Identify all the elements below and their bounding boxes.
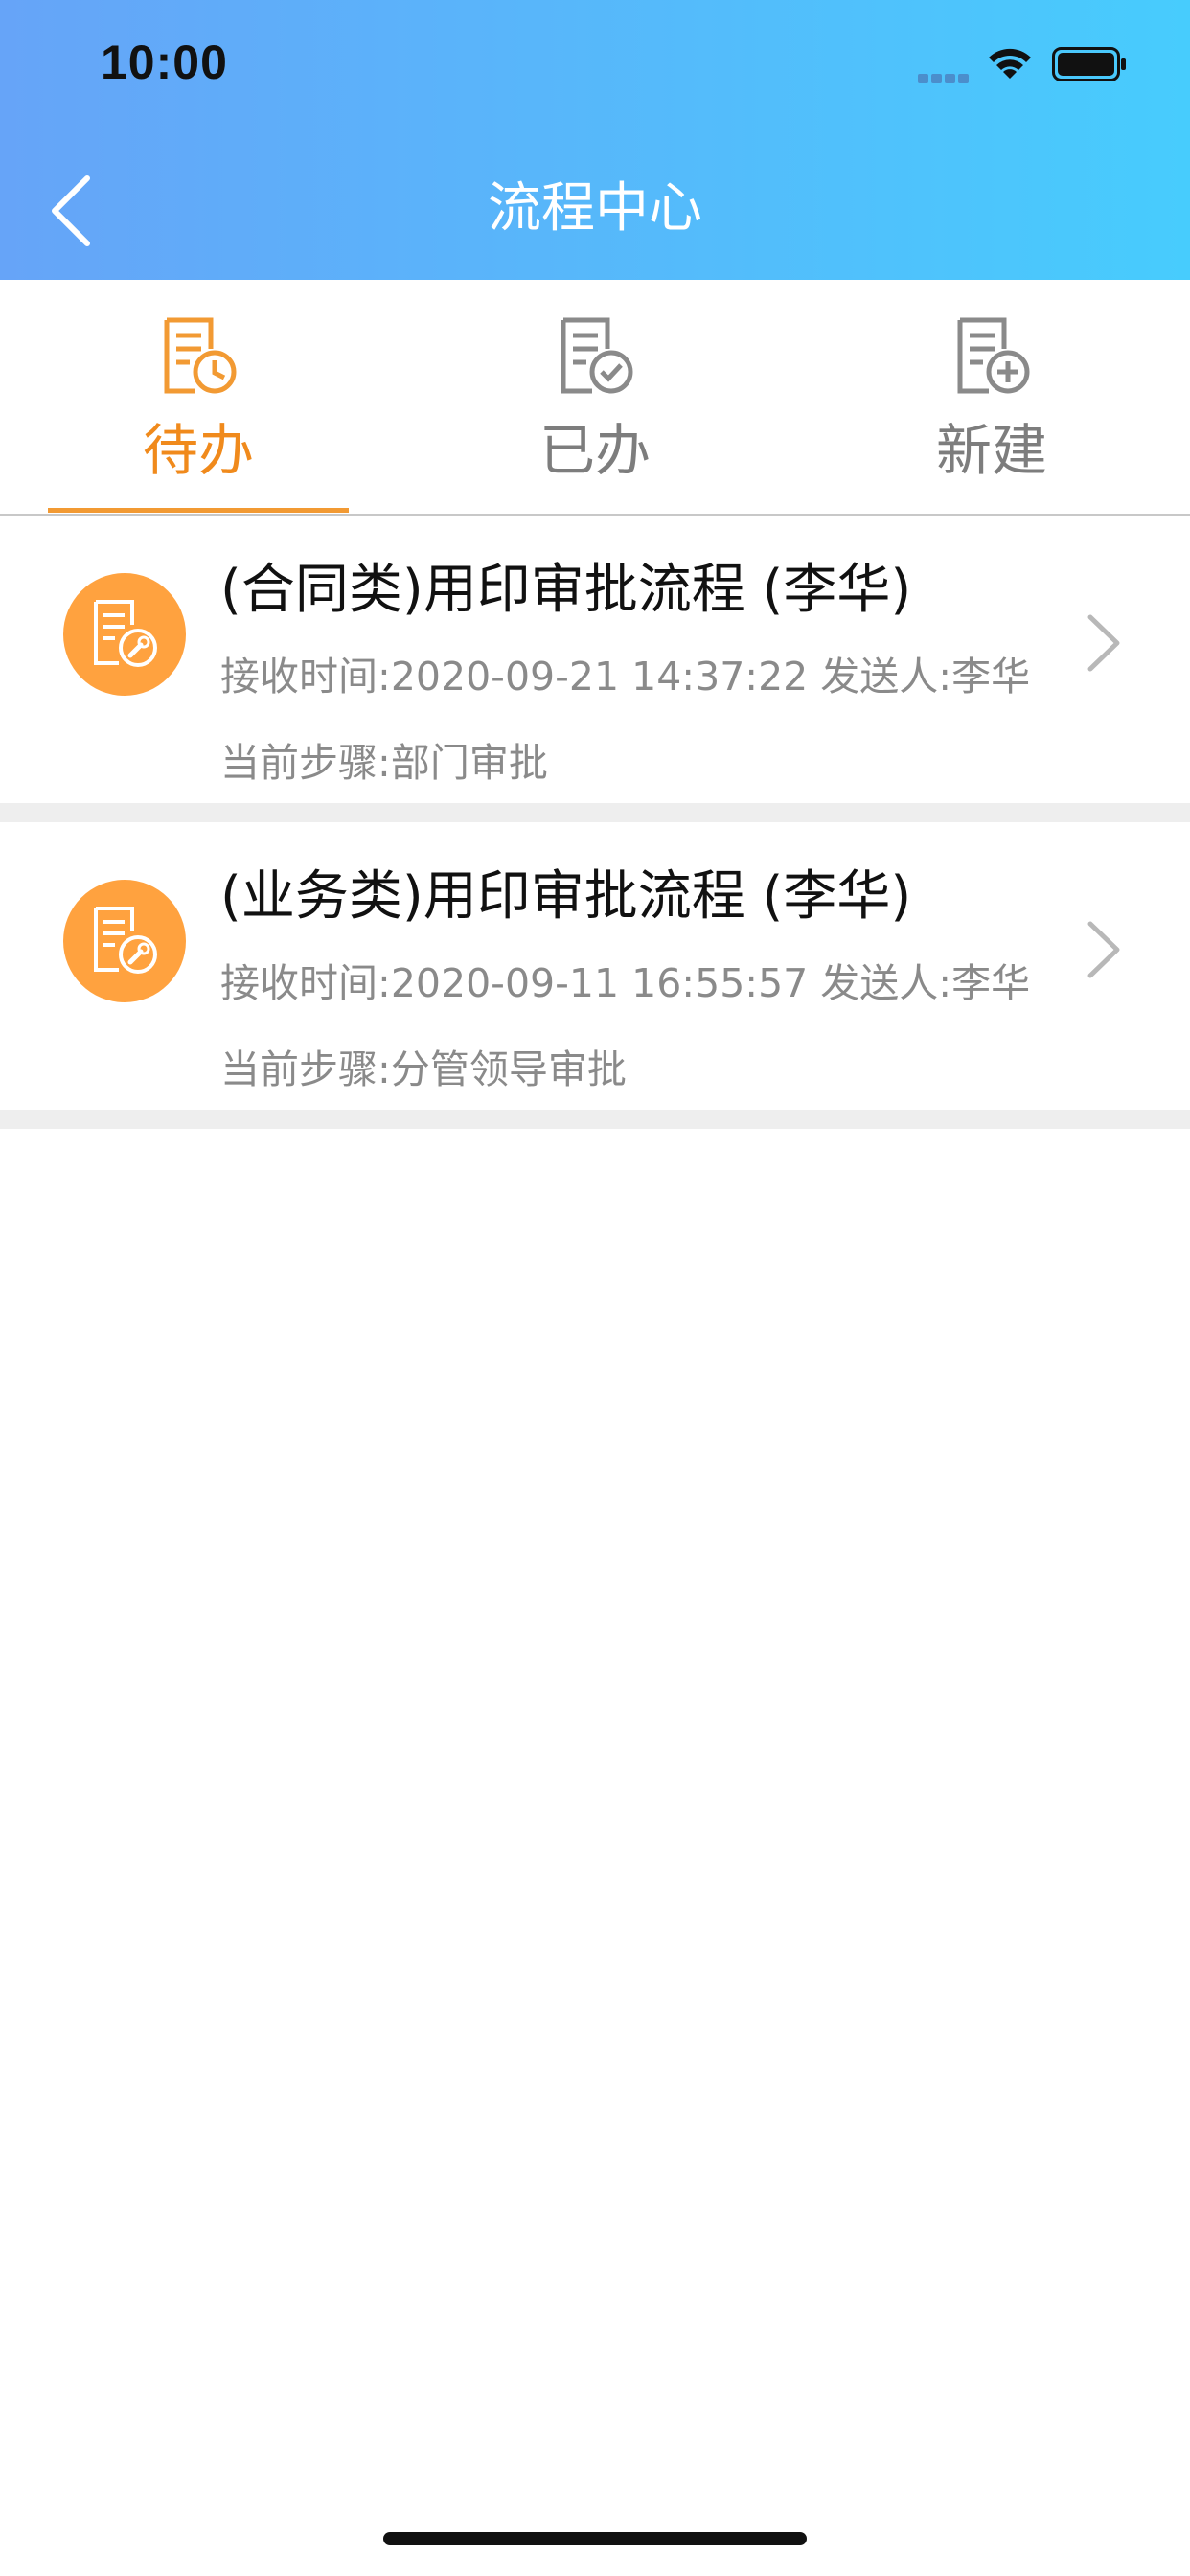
item-step: 当前步骤:部门审批 [220, 740, 548, 786]
battery-icon [1052, 47, 1126, 81]
process-list: (合同类)用印审批流程 (李华) 接收时间:2020-09-21 14:37:2… [0, 516, 1190, 1129]
document-wrench-icon [94, 907, 157, 974]
list-item[interactable]: (合同类)用印审批流程 (李华) 接收时间:2020-09-21 14:37:2… [0, 516, 1190, 803]
document-wrench-icon [94, 600, 157, 667]
item-meta: 接收时间:2020-09-11 16:55:57 发送人:李华 [220, 960, 1031, 1006]
chevron-right-icon [1087, 614, 1120, 672]
item-title: (合同类)用印审批流程 (李华) [220, 559, 912, 621]
header-bar: 10:00 流程中心 [0, 0, 1190, 280]
tab-new[interactable]: 新建 [793, 280, 1190, 514]
chevron-right-icon [1087, 921, 1120, 978]
tab-pending-label: 待办 [142, 418, 254, 483]
cellular-signal-icon [918, 69, 972, 83]
item-title: (业务类)用印审批流程 (李华) [220, 865, 912, 928]
page-title: 流程中心 [488, 177, 702, 240]
list-separator [0, 803, 1190, 822]
avatar [63, 880, 186, 1002]
tab-done-label: 已办 [538, 418, 651, 483]
item-meta: 接收时间:2020-09-21 14:37:22 发送人:李华 [220, 654, 1031, 700]
document-clock-icon [164, 317, 237, 394]
wifi-icon [989, 48, 1031, 79]
item-step: 当前步骤:分管领导审批 [220, 1046, 627, 1092]
avatar [63, 573, 186, 696]
document-check-icon [561, 317, 633, 394]
tab-bar: 待办 已办 新建 [0, 280, 1190, 516]
list-separator [0, 1110, 1190, 1129]
tab-done[interactable]: 已办 [397, 280, 793, 514]
list-item[interactable]: (业务类)用印审批流程 (李华) 接收时间:2020-09-11 16:55:5… [0, 822, 1190, 1110]
document-plus-icon [957, 317, 1030, 394]
status-time: 10:00 [101, 35, 228, 89]
tab-pending[interactable]: 待办 [0, 280, 397, 514]
active-tab-indicator [48, 508, 349, 513]
tab-new-label: 新建 [935, 418, 1047, 483]
home-indicator[interactable] [383, 2532, 807, 2545]
